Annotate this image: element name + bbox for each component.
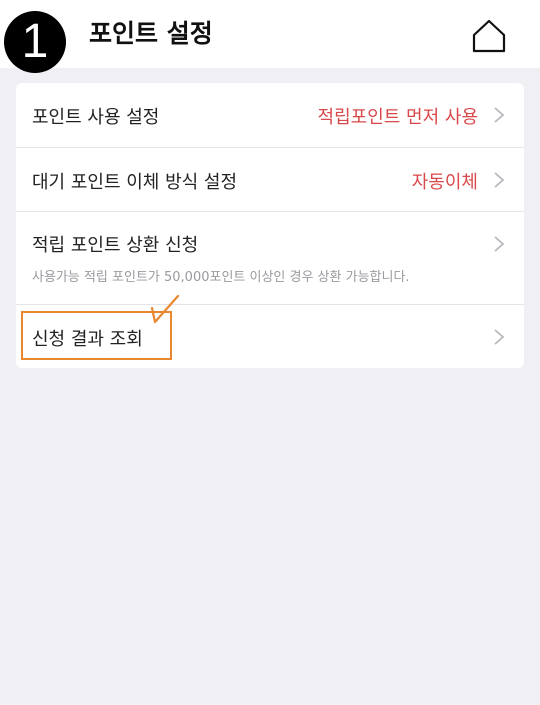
setting-label: 신청 결과 조회 [32,329,143,350]
app-header: 1 포인트 설정 [0,0,540,73]
chevron-right-icon [494,172,505,188]
setting-label: 대기 포인트 이체 방식 설정 [32,172,238,193]
chevron-right-icon [494,329,505,345]
step-number-badge: 1 [4,11,66,73]
chevron-right-icon [494,107,505,123]
setting-value: 적립포인트 먼저 사용 [317,107,478,128]
setting-label: 포인트 사용 설정 [32,107,160,128]
setting-description: 사용가능 적립 포인트가 50,000포인트 이상인 경우 상환 가능합니다. [32,270,410,285]
page-title: 포인트 설정 [89,19,213,48]
setting-row-transfer-method[interactable]: 대기 포인트 이체 방식 설정 자동이체 [16,148,524,212]
setting-row-request-results[interactable]: 신청 결과 조회 [16,305,524,368]
settings-list: 포인트 사용 설정 적립포인트 먼저 사용 대기 포인트 이체 방식 설정 자동… [16,83,524,368]
chevron-right-icon [494,236,505,252]
home-icon [472,19,506,53]
setting-row-point-usage[interactable]: 포인트 사용 설정 적립포인트 먼저 사용 [16,83,524,148]
setting-value: 자동이체 [411,172,478,193]
home-button[interactable] [468,16,510,56]
setting-row-repayment-request[interactable]: 적립 포인트 상환 신청 사용가능 적립 포인트가 50,000포인트 이상인 … [16,212,524,305]
setting-label: 적립 포인트 상환 신청 [32,235,199,256]
